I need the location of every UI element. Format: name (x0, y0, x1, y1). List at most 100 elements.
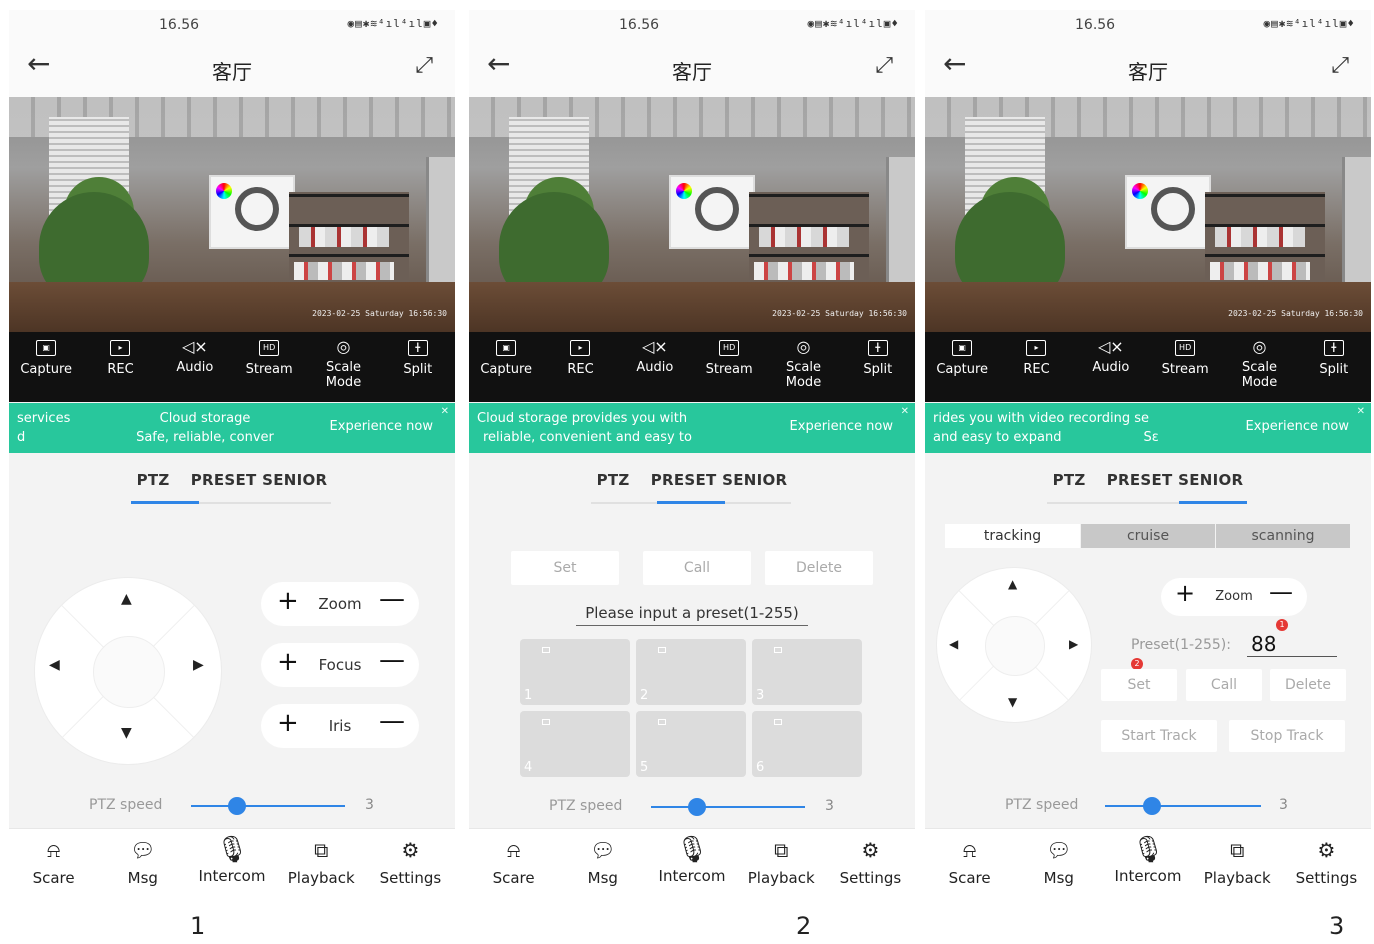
preset-number-input[interactable]: 88 (1247, 632, 1337, 657)
preset-slot[interactable]: 6 (752, 711, 862, 777)
tab-preset-senior[interactable]: PRESET SENIOR (651, 471, 788, 489)
mode-scanning[interactable]: scanning (1216, 524, 1350, 548)
rec-button[interactable]: ▸ REC (543, 332, 617, 402)
ptz-speed-slider[interactable] (191, 797, 345, 815)
preset-delete-button[interactable]: Delete (765, 551, 873, 585)
split-button[interactable]: ╋ Split (841, 332, 915, 402)
senior-delete-button[interactable]: Delete (1270, 669, 1346, 701)
experience-now-link[interactable]: Experience now (330, 419, 433, 434)
iris-minus-button[interactable]: — (379, 708, 405, 734)
title-bar: ← 客厅 ⤢ (469, 40, 915, 97)
preset-call-button[interactable]: Call (643, 551, 751, 585)
nav-intercom[interactable]: 🎙︎ Intercom (647, 829, 736, 888)
nav-intercom[interactable]: 🎙︎ Intercom (187, 829, 276, 888)
fullscreen-expand-icon[interactable]: ⤢ (1331, 55, 1349, 77)
stream-button[interactable]: HD Stream (1148, 332, 1222, 402)
ptz-speed-slider[interactable] (651, 798, 805, 816)
stream-button[interactable]: HD Stream (232, 332, 306, 402)
tab-ptz[interactable]: PTZ (1053, 471, 1086, 489)
audio-button[interactable]: ◁× Audio (618, 332, 692, 402)
tab-ptz[interactable]: PTZ (597, 471, 630, 489)
arrow-up-icon[interactable]: ▲ (1008, 578, 1017, 590)
nav-scare[interactable]: ⍾ Scare (925, 829, 1014, 888)
rec-button[interactable]: ▸ REC (83, 332, 157, 402)
bottom-nav: ⍾ Scare 💬︎ Msg 🎙︎ Intercom ⧉ Playback ⚙ Setti… (9, 828, 455, 888)
capture-button[interactable]: ▣ Capture (9, 332, 83, 402)
tab-active-indicator (1179, 501, 1247, 504)
arrow-down-icon[interactable]: ▼ (121, 726, 132, 740)
arrow-up-icon[interactable]: ▲ (121, 592, 132, 606)
audio-button[interactable]: ◁× Audio (158, 332, 232, 402)
capture-image-icon: ▣ (496, 340, 517, 356)
zoom-out-button[interactable]: — (379, 586, 405, 612)
preset-slot[interactable]: 5 (636, 711, 746, 777)
stop-track-button[interactable]: Stop Track (1229, 720, 1345, 752)
nav-msg[interactable]: 💬︎ Msg (1014, 829, 1103, 888)
start-track-button[interactable]: Start Track (1101, 720, 1217, 752)
ptz-direction-pad[interactable]: ▲ ▼ ◀ ▶ (937, 568, 1091, 722)
nav-playback[interactable]: ⧉ Playback (1193, 829, 1282, 888)
slider-knob[interactable] (228, 797, 247, 815)
experience-now-link[interactable]: Experience now (790, 419, 893, 434)
scale-mode-button[interactable]: ◎ Scale Mode (766, 332, 840, 402)
capture-button[interactable]: ▣ Capture (925, 332, 999, 402)
nav-settings[interactable]: ⚙ Settings (1282, 829, 1371, 888)
arrow-left-icon[interactable]: ◀ (949, 638, 958, 650)
arrow-right-icon[interactable]: ▶ (1069, 638, 1078, 650)
playback-film-icon: ⧉ (314, 838, 329, 862)
tab-ptz[interactable]: PTZ (137, 471, 170, 489)
senior-call-button[interactable]: Call (1186, 669, 1262, 701)
camera-video-feed[interactable]: 2023-02-25 Saturday 16:56:30 (925, 97, 1371, 332)
arrow-down-icon[interactable]: ▼ (1008, 696, 1017, 708)
scale-mode-button[interactable]: ◎ Scale Mode (306, 332, 380, 402)
nav-playback[interactable]: ⧉ Playback (277, 829, 366, 888)
nav-scare[interactable]: ⍾ Scare (9, 829, 98, 888)
banner-close-icon[interactable]: ✕ (901, 406, 909, 417)
nav-playback[interactable]: ⧉ Playback (737, 829, 826, 888)
nav-scare[interactable]: ⍾ Scare (469, 829, 558, 888)
mode-cruise[interactable]: cruise (1081, 524, 1215, 548)
nav-msg[interactable]: 💬︎ Msg (98, 829, 187, 888)
preset-slot[interactable]: 3 (752, 639, 862, 705)
speaker-mute-icon: ◁× (181, 337, 208, 356)
cloud-storage-banner[interactable]: Cloud storage provides you with reliable,… (469, 403, 915, 453)
nav-msg[interactable]: 💬︎ Msg (558, 829, 647, 888)
preset-slot[interactable]: 1 (520, 639, 630, 705)
nav-settings[interactable]: ⚙ Settings (826, 829, 915, 888)
capture-button[interactable]: ▣ Capture (469, 332, 543, 402)
nav-intercom[interactable]: 🎙︎ Intercom (1103, 829, 1192, 888)
focus-minus-button[interactable]: — (379, 647, 405, 673)
experience-now-link[interactable]: Experience now (1246, 419, 1349, 434)
split-button[interactable]: ╋ Split (381, 332, 455, 402)
split-button[interactable]: ╋ Split (1297, 332, 1371, 402)
preset-slot[interactable]: 4 (520, 711, 630, 777)
audio-button[interactable]: ◁× Audio (1074, 332, 1148, 402)
zoom-out-button[interactable]: — (1269, 580, 1293, 604)
nav-settings[interactable]: ⚙ Settings (366, 829, 455, 888)
preset-input-prompt[interactable]: Please input a preset(1-255) (576, 604, 808, 626)
slider-knob[interactable] (1142, 797, 1161, 815)
cloud-storage-banner[interactable]: services d Cloud storage Safe, reliable, c… (9, 403, 455, 453)
ptz-direction-pad[interactable]: ▲ ▼ ◀ ▶ (35, 578, 221, 764)
camera-video-feed[interactable]: 2023-02-25 Saturday 16:56:30 (9, 97, 455, 332)
tab-preset-senior[interactable]: PRESET SENIOR (191, 471, 328, 489)
ptz-speed-slider[interactable] (1105, 797, 1261, 815)
phone-screen-ptz: 16.56 ◉▤✱≋⁴ıl⁴ıl▣♦ ← 客厅 ⤢ 2023-02-25 Sat… (9, 10, 455, 888)
camera-video-feed[interactable]: 2023-02-25 Saturday 16:56:30 (469, 97, 915, 332)
banner-close-icon[interactable]: ✕ (1357, 406, 1365, 417)
fullscreen-expand-icon[interactable]: ⤢ (415, 55, 433, 77)
senior-set-button[interactable]: Set (1101, 669, 1177, 701)
arrow-left-icon[interactable]: ◀ (49, 658, 60, 672)
scale-mode-button[interactable]: ◎ Scale Mode (1222, 332, 1296, 402)
preset-set-button[interactable]: Set (511, 551, 619, 585)
rec-button[interactable]: ▸ REC (999, 332, 1073, 402)
tab-preset-senior[interactable]: PRESET SENIOR (1107, 471, 1244, 489)
arrow-right-icon[interactable]: ▶ (193, 658, 204, 672)
slider-knob[interactable] (688, 798, 707, 816)
preset-slot[interactable]: 2 (636, 639, 746, 705)
stream-button[interactable]: HD Stream (692, 332, 766, 402)
banner-close-icon[interactable]: ✕ (441, 406, 449, 417)
cloud-storage-banner[interactable]: rides you with video recording se and eas… (925, 403, 1371, 453)
mode-tracking[interactable]: tracking (945, 524, 1080, 548)
fullscreen-expand-icon[interactable]: ⤢ (875, 55, 893, 77)
